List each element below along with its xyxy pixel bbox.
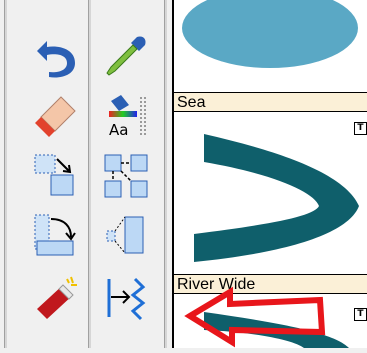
line-end-button[interactable]	[100, 272, 152, 324]
text-color-glyph: Aa	[109, 121, 128, 139]
river-preview	[194, 134, 359, 262]
text-badge: T	[354, 122, 367, 135]
right-separator	[164, 0, 167, 348]
connect-button[interactable]	[100, 150, 152, 202]
connect-icon	[104, 154, 148, 198]
library-item[interactable]: T	[174, 296, 367, 348]
perspective-icon	[106, 216, 144, 254]
library-preview	[204, 312, 349, 348]
line-end-icon	[107, 277, 146, 321]
library-item[interactable]: T	[174, 112, 367, 275]
sea-preview	[182, 0, 358, 68]
magic-wand-icon	[37, 276, 77, 319]
eraser-button[interactable]	[30, 90, 82, 142]
library-item[interactable]	[174, 0, 367, 93]
text-color-button[interactable]: Aa	[100, 90, 152, 142]
library-pane: Sea T River Wide T	[172, 0, 367, 348]
undo-icon	[37, 41, 75, 78]
eyedropper-button[interactable]	[100, 30, 152, 82]
rotate-button[interactable]	[30, 210, 82, 262]
left-separator	[4, 0, 7, 348]
undo-button[interactable]	[30, 30, 82, 82]
eyedropper-icon	[106, 36, 146, 76]
magic-wand-button[interactable]	[30, 272, 82, 324]
perspective-button[interactable]	[100, 210, 152, 262]
library-item-caption: Sea	[174, 92, 367, 112]
resize-icon	[34, 154, 74, 196]
rotate-icon	[34, 214, 76, 256]
text-color-icon: Aa	[109, 95, 146, 139]
middle-separator	[88, 0, 91, 348]
eraser-icon	[35, 96, 76, 137]
resize-button[interactable]	[30, 150, 82, 202]
text-badge: T	[354, 308, 367, 321]
library-item-caption: River Wide	[174, 274, 367, 294]
